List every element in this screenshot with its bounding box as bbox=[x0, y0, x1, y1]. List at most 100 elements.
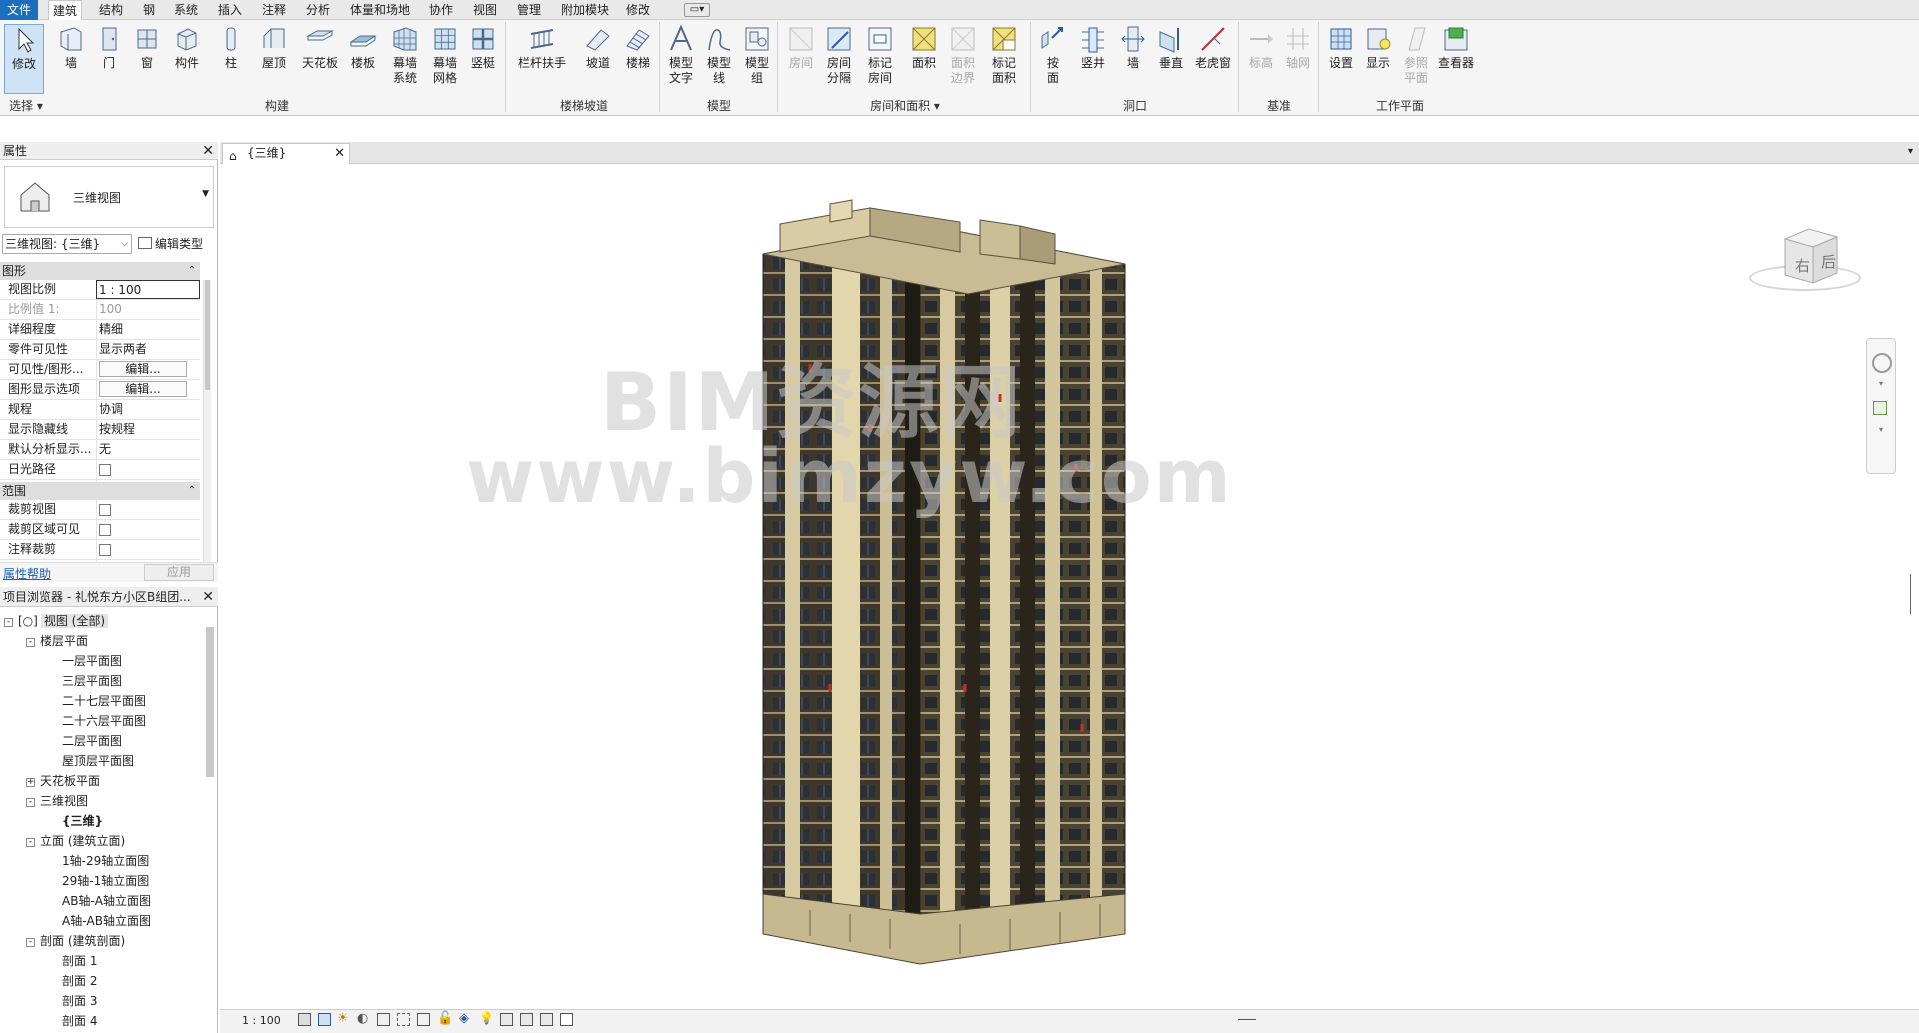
area-button[interactable]: 面积 bbox=[905, 24, 943, 94]
prop-row[interactable]: 详细程度 精细 bbox=[0, 320, 200, 340]
splitter-handle[interactable] bbox=[1910, 574, 1911, 614]
tag-room-button[interactable]: 标记 房间 bbox=[861, 24, 899, 94]
collapse-icon[interactable]: - bbox=[26, 838, 35, 847]
scale-label[interactable]: 1 : 100 bbox=[242, 1014, 281, 1027]
set-button[interactable]: 设置 bbox=[1322, 24, 1360, 94]
prop-row[interactable]: 零件可见性 显示两者 bbox=[0, 340, 200, 360]
3d-viewport[interactable]: BIM资源网 www.bimzyw.com 右 后 ▾ ▾ bbox=[220, 164, 1919, 1009]
browser-node[interactable]: 剖面 3 bbox=[62, 991, 97, 1011]
tab-menu-chevron-icon[interactable]: ▾ bbox=[1908, 146, 1913, 157]
browser-node[interactable]: A轴-AB轴立面图 bbox=[62, 911, 151, 931]
crop-region-icon[interactable] bbox=[417, 1013, 430, 1026]
column-button[interactable]: 柱 bbox=[212, 24, 250, 94]
browser-node[interactable]: 1轴-29轴立面图 bbox=[62, 851, 149, 871]
viewcube-back-face[interactable]: 后 bbox=[1821, 251, 1836, 272]
browser-node[interactable]: + 天花板平面 bbox=[26, 771, 100, 791]
sun-path-checkbox[interactable] bbox=[99, 464, 111, 476]
browser-node[interactable]: 29轴-1轴立面图 bbox=[62, 871, 149, 891]
browser-node[interactable]: - 楼层平面 bbox=[26, 631, 88, 651]
graphics-display-edit-button[interactable]: 编辑... bbox=[99, 381, 187, 397]
analytical-model-icon[interactable] bbox=[520, 1013, 533, 1026]
menu-manage[interactable]: 管理 bbox=[513, 0, 545, 20]
edit-type-button[interactable]: 编辑类型 bbox=[138, 234, 203, 254]
menu-insert[interactable]: 插入 bbox=[214, 0, 246, 20]
by-face-button[interactable]: 按 面 bbox=[1034, 24, 1072, 94]
tab-3d-view[interactable]: ⌂ {三维} ✕ bbox=[222, 143, 350, 164]
stair-button[interactable]: 楼梯 bbox=[619, 24, 657, 94]
collapse-icon[interactable]: - bbox=[26, 938, 35, 947]
browser-node[interactable]: 一层平面图 bbox=[62, 651, 122, 671]
close-icon[interactable]: ✕ bbox=[202, 588, 214, 606]
prop-row[interactable]: 默认分析显示... 无 bbox=[0, 440, 200, 460]
browser-node[interactable]: 二十六层平面图 bbox=[62, 711, 146, 731]
component-button[interactable]: 构件 bbox=[168, 24, 206, 94]
unlock-3d-icon[interactable]: 🔓 bbox=[437, 1011, 453, 1026]
menu-annotate[interactable]: 注释 bbox=[258, 0, 290, 20]
viewcube[interactable]: 右 后 bbox=[1745, 221, 1865, 307]
roof-button[interactable]: 屋顶 bbox=[255, 24, 293, 94]
browser-node[interactable]: 二十七层平面图 bbox=[62, 691, 146, 711]
browser-node[interactable]: - 立面 (建筑立面) bbox=[26, 831, 125, 851]
crop-view-checkbox[interactable] bbox=[99, 504, 111, 516]
browser-node[interactable]: - [○] 视图 (全部) bbox=[4, 611, 109, 631]
menu-steel[interactable]: 钢 bbox=[139, 0, 159, 20]
browser-node[interactable]: - 剖面 (建筑剖面) bbox=[26, 931, 125, 951]
group-room-area[interactable]: 房间和面积 ▾ bbox=[780, 98, 1030, 114]
properties-help-link[interactable]: 属性帮助 bbox=[3, 565, 51, 582]
viewcube-right-face[interactable]: 右 bbox=[1795, 255, 1810, 276]
dormer-button[interactable]: 老虎窗 bbox=[1191, 24, 1235, 94]
group-select[interactable]: 选择 ▾ bbox=[4, 98, 48, 114]
prop-row[interactable]: 规程 协调 bbox=[0, 400, 200, 420]
tag-area-button[interactable]: 标记 面积 bbox=[985, 24, 1023, 94]
sun-path-icon[interactable]: ☀ bbox=[337, 1011, 349, 1026]
annotation-crop-checkbox[interactable] bbox=[99, 544, 111, 556]
collapse-icon[interactable]: - bbox=[26, 798, 35, 807]
door-button[interactable]: 门 bbox=[90, 24, 128, 94]
menu-modify[interactable]: 修改 bbox=[622, 0, 654, 20]
vertical-button[interactable]: 垂直 bbox=[1152, 24, 1190, 94]
curtain-grid-button[interactable]: 幕墙 网格 bbox=[426, 24, 464, 94]
browser-node[interactable]: 二层平面图 bbox=[62, 731, 122, 751]
expand-icon[interactable]: + bbox=[26, 778, 35, 787]
browser-node[interactable]: 三层平面图 bbox=[62, 671, 122, 691]
reveal-hidden-icon[interactable]: 💡 bbox=[479, 1011, 494, 1025]
visual-style-icon[interactable] bbox=[318, 1013, 331, 1026]
menu-architecture[interactable]: 建筑 bbox=[48, 0, 83, 20]
viewer-button[interactable]: 查看器 bbox=[1434, 24, 1478, 94]
menu-structure[interactable]: 结构 bbox=[95, 0, 127, 20]
menu-view[interactable]: 视图 bbox=[469, 0, 501, 20]
ref-plane-button[interactable]: 参照 平面 bbox=[1397, 24, 1435, 94]
browser-node[interactable]: 剖面 2 bbox=[62, 971, 97, 991]
menu-analyze[interactable]: 分析 bbox=[302, 0, 334, 20]
view-selector-dropdown[interactable]: 三维视图: {三维} ⌵ bbox=[2, 234, 132, 254]
area-boundary-button[interactable]: 面积 边界 bbox=[944, 24, 982, 94]
room-separator-button[interactable]: 房间 分隔 bbox=[820, 24, 858, 94]
apply-button[interactable]: 应用 bbox=[144, 564, 214, 581]
shadows-icon[interactable]: ◐ bbox=[357, 1011, 368, 1026]
properties-scrollbar[interactable] bbox=[203, 280, 211, 580]
menu-file[interactable]: 文件 bbox=[0, 0, 39, 20]
section-extents[interactable]: 范围 ⌃ bbox=[0, 482, 200, 500]
render-icon[interactable] bbox=[377, 1013, 390, 1026]
railing-button[interactable]: 栏杆扶手 bbox=[515, 24, 569, 94]
show-button[interactable]: 显示 bbox=[1359, 24, 1397, 94]
menu-massing[interactable]: 体量和场地 bbox=[346, 0, 414, 20]
panel-toggle-icon[interactable]: ▭▾ bbox=[684, 3, 710, 17]
type-selector[interactable]: 三维视图 ▼ bbox=[4, 166, 214, 228]
highlight-displacement-icon[interactable] bbox=[540, 1013, 553, 1026]
collapse-icon[interactable]: - bbox=[26, 638, 35, 647]
curtain-system-button[interactable]: 幕墙 系统 bbox=[386, 24, 424, 94]
chevron-down-icon[interactable]: ▾ bbox=[1879, 425, 1883, 434]
wall-button[interactable]: 墙 bbox=[52, 24, 90, 94]
view-scale-input[interactable]: 1 : 100 bbox=[96, 280, 200, 299]
close-icon[interactable]: ✕ bbox=[202, 142, 214, 160]
model-line-button[interactable]: 模型 线 bbox=[700, 24, 738, 94]
model-group-button[interactable]: 模型 组 bbox=[738, 24, 776, 94]
steering-wheel-icon[interactable] bbox=[1872, 353, 1892, 373]
ramp-button[interactable]: 坡道 bbox=[579, 24, 617, 94]
grid-button[interactable]: 轴网 bbox=[1279, 24, 1317, 94]
floor-button[interactable]: 楼板 bbox=[344, 24, 382, 94]
constraints-icon[interactable] bbox=[560, 1013, 573, 1026]
browser-node[interactable]: - 三维视图 bbox=[26, 791, 88, 811]
zoom-region-icon[interactable] bbox=[1873, 401, 1887, 415]
